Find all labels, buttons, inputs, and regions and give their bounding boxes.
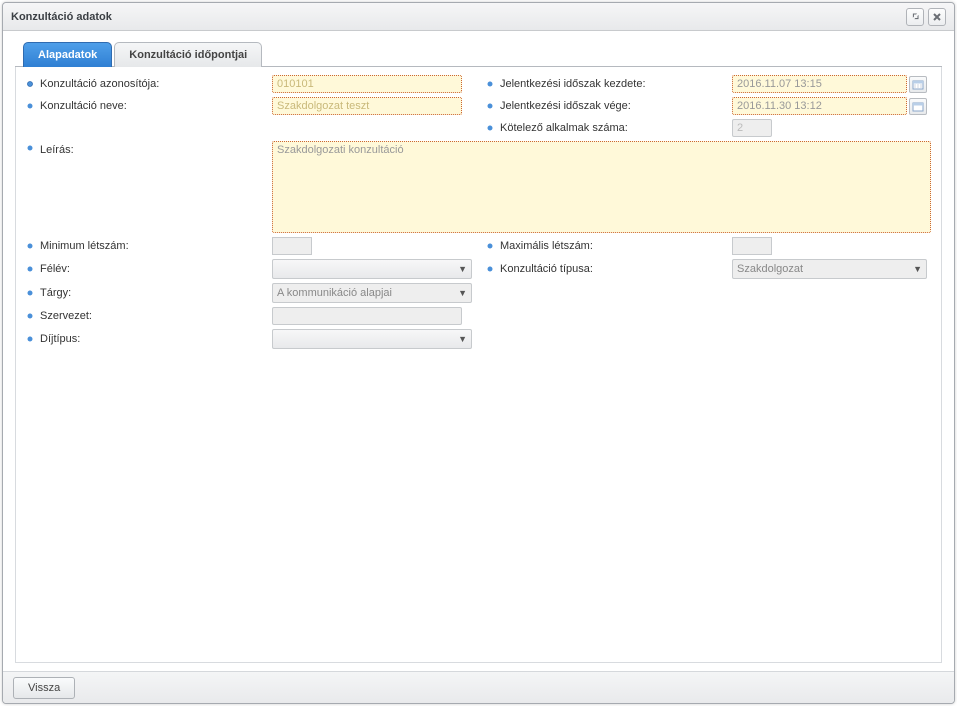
input-szervezet[interactable] [272, 307, 462, 325]
bullet-icon [26, 242, 34, 250]
label-jel-kezdet: Jelentkezési időszak kezdete: [500, 78, 646, 90]
back-button[interactable]: Vissza [13, 677, 75, 699]
select-felev[interactable]: ▼ [272, 259, 472, 279]
tab-bar: Alapadatok Konzultáció időpontjai [15, 41, 942, 67]
content-area: Alapadatok Konzultáció időpontjai Konzul… [3, 31, 954, 671]
textarea-leiras[interactable] [272, 141, 931, 233]
dialog-window: Konzultáció adatok Alapadatok Konzultáci… [2, 2, 955, 704]
label-azonosito: Konzultáció azonosítója: [40, 78, 159, 90]
select-konz-tipus-value: Szakdolgozat [737, 263, 803, 275]
label-konz-tipus: Konzultáció típusa: [500, 263, 593, 275]
bullet-icon [486, 242, 494, 250]
close-button[interactable] [928, 8, 946, 26]
input-min-letszam[interactable] [272, 237, 312, 255]
input-jel-vege[interactable] [732, 97, 907, 115]
footer-bar: Vissza [3, 671, 954, 703]
chevron-down-icon: ▼ [458, 334, 467, 344]
label-kotelezo: Kötelező alkalmak száma: [500, 122, 628, 134]
chevron-down-icon: ▼ [913, 264, 922, 274]
label-targy: Tárgy: [40, 287, 71, 299]
bullet-icon [26, 265, 34, 273]
form-panel: Konzultáció azonosítója: Jelentkezési id… [15, 67, 942, 663]
label-szervezet: Szervezet: [40, 310, 92, 322]
bullet-icon [486, 80, 494, 88]
bullet-icon [26, 102, 34, 110]
select-targy: A kommunikáció alapjai ▼ [272, 283, 472, 303]
window-title: Konzultáció adatok [11, 11, 902, 23]
bullet-icon [26, 80, 34, 88]
input-neve[interactable] [272, 97, 462, 115]
calendar-icon[interactable] [909, 76, 927, 93]
label-leiras: Leírás: [40, 144, 74, 156]
select-targy-value: A kommunikáció alapjai [277, 287, 392, 299]
tab-alapadatok[interactable]: Alapadatok [23, 42, 112, 67]
bullet-icon [26, 289, 34, 297]
calendar-icon[interactable] [909, 98, 927, 115]
titlebar: Konzultáció adatok [3, 3, 954, 31]
input-kotelezo [732, 119, 772, 137]
select-konz-tipus: Szakdolgozat ▼ [732, 259, 927, 279]
bullet-icon [26, 335, 34, 343]
input-azonosito[interactable] [272, 75, 462, 93]
bullet-icon [486, 102, 494, 110]
tab-idopontjai[interactable]: Konzultáció időpontjai [114, 42, 262, 67]
chevron-down-icon: ▼ [458, 288, 467, 298]
select-dijtipus[interactable]: ▼ [272, 329, 472, 349]
bullet-icon [26, 144, 34, 152]
label-min-letszam: Minimum létszám: [40, 240, 129, 252]
bullet-icon [26, 312, 34, 320]
input-max-letszam[interactable] [732, 237, 772, 255]
label-max-letszam: Maximális létszám: [500, 240, 593, 252]
bullet-icon [486, 124, 494, 132]
maximize-button[interactable] [906, 8, 924, 26]
label-jel-vege: Jelentkezési időszak vége: [500, 100, 631, 112]
chevron-down-icon: ▼ [458, 264, 467, 274]
label-felev: Félév: [40, 263, 70, 275]
label-neve: Konzultáció neve: [40, 100, 127, 112]
bullet-icon [486, 265, 494, 273]
input-jel-kezdet[interactable] [732, 75, 907, 93]
label-dijtipus: Díjtípus: [40, 333, 80, 345]
